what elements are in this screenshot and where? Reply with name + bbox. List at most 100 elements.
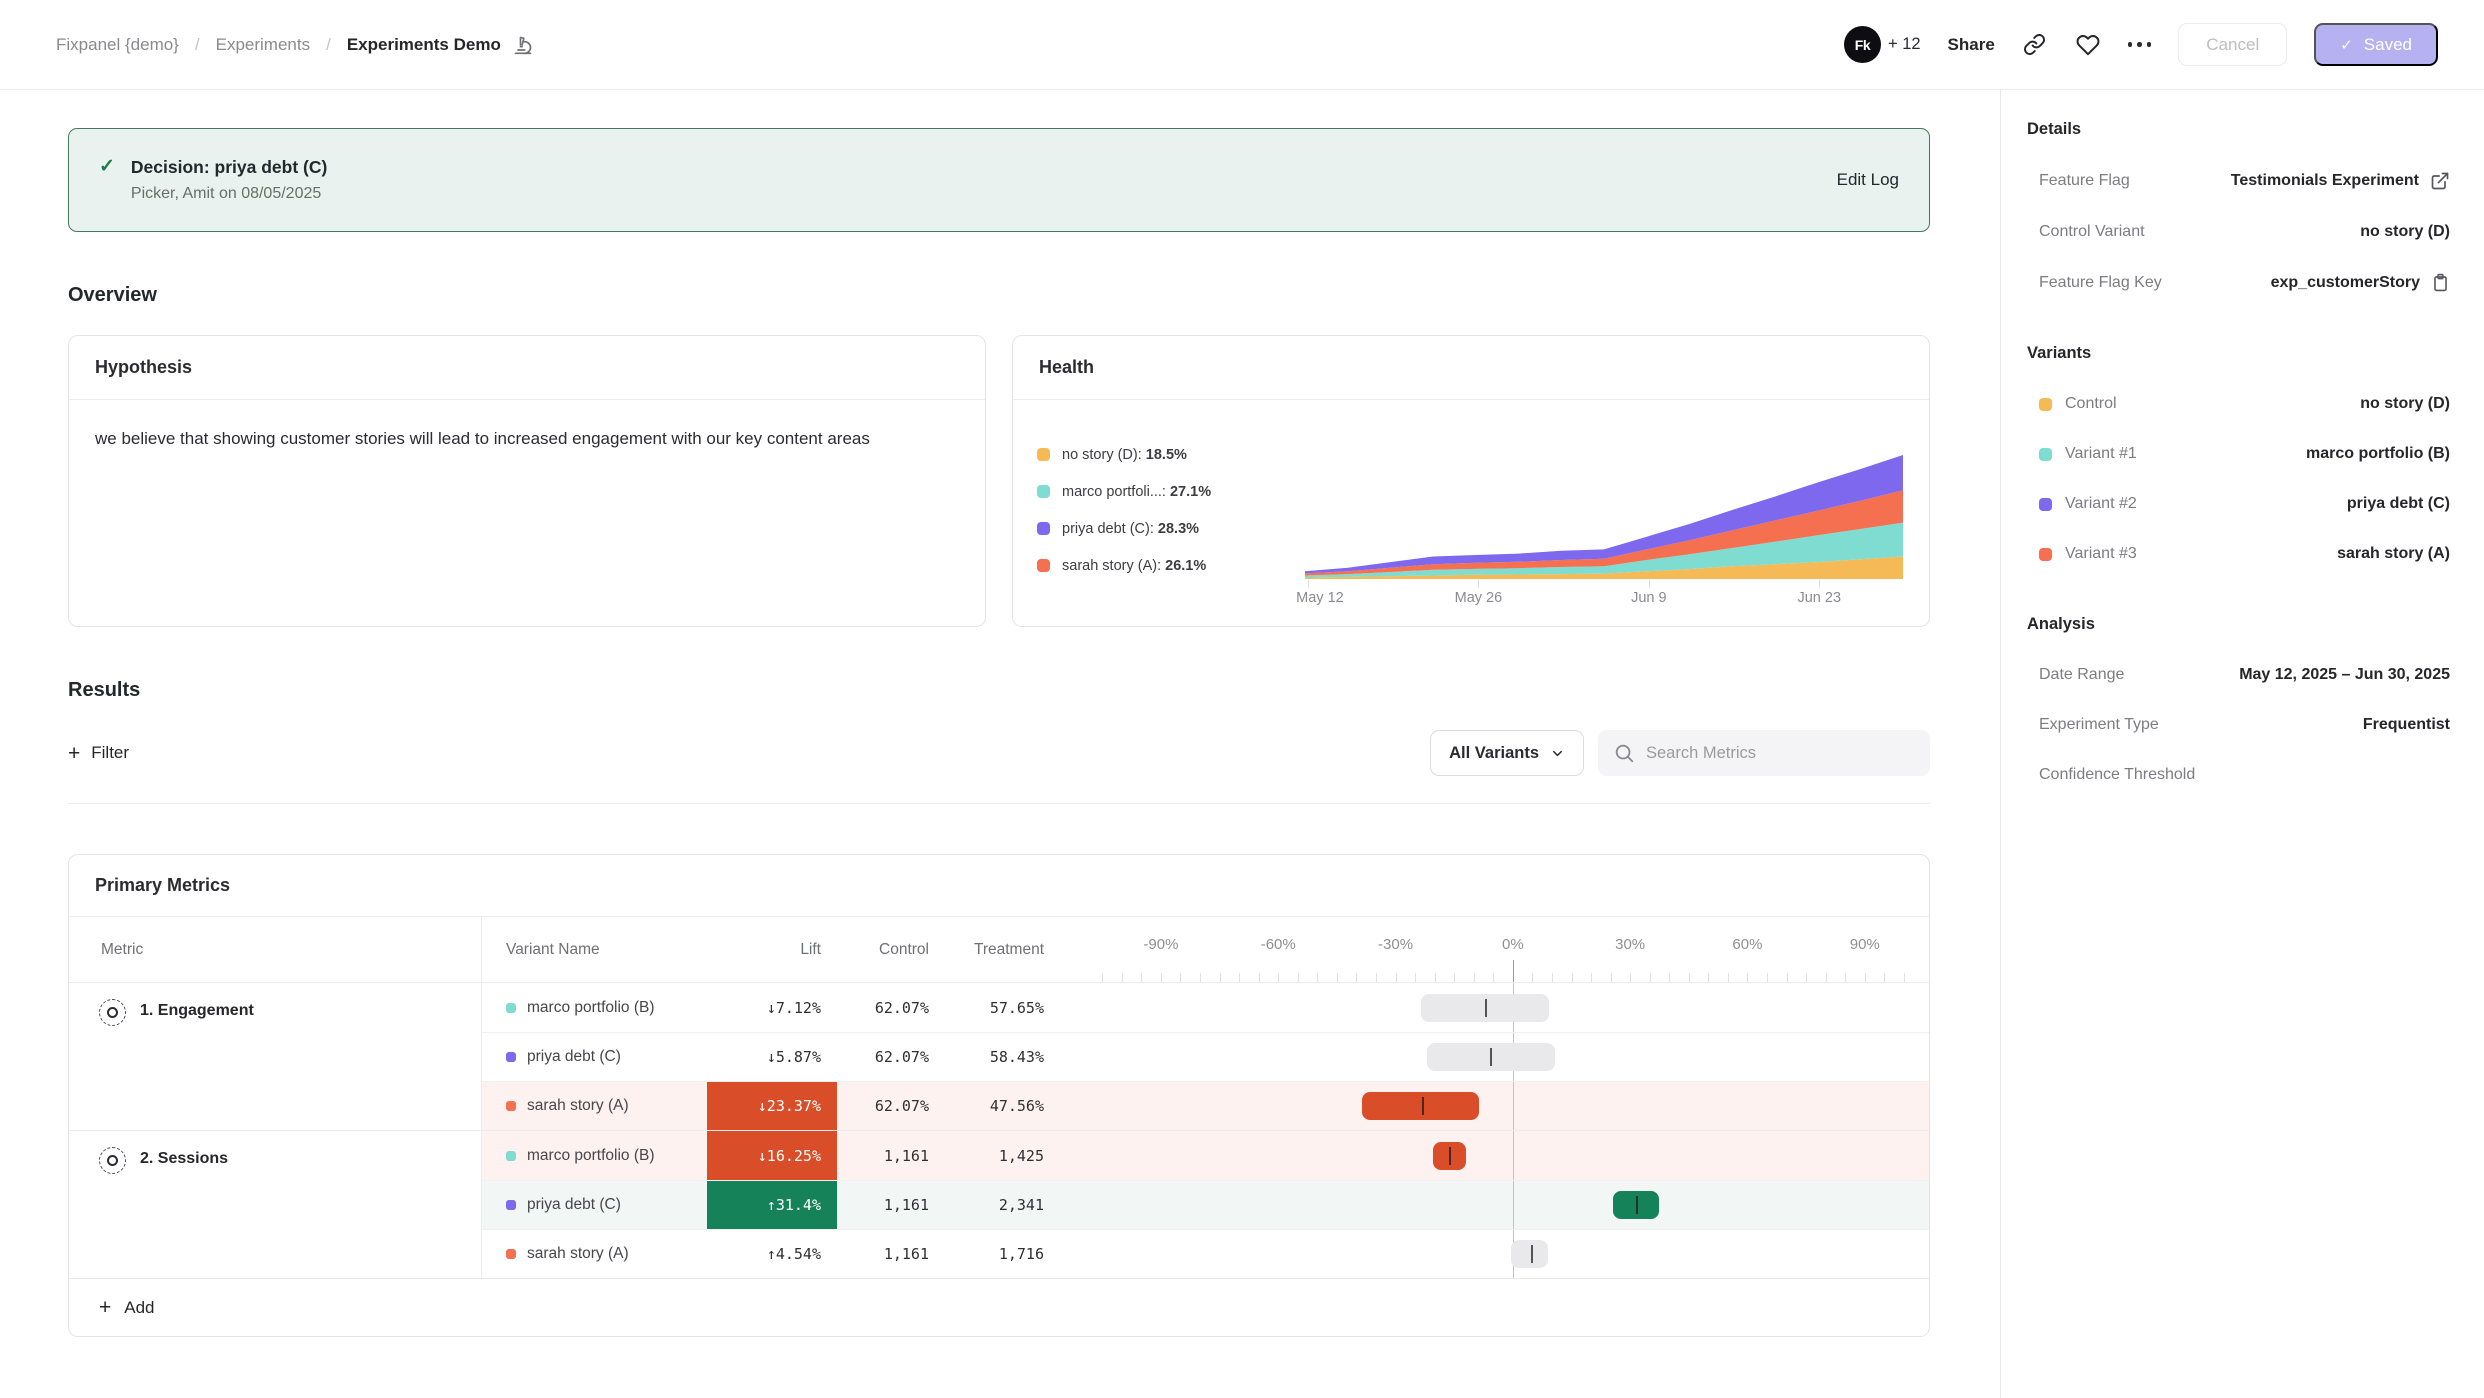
axis-tick	[1141, 973, 1142, 982]
overview-cards: Hypothesis we believe that showing custo…	[68, 335, 1930, 627]
edit-log-button[interactable]: Edit Log	[1837, 170, 1899, 190]
overview-heading: Overview	[68, 284, 1930, 307]
metric-cell[interactable]: 1. Engagement	[69, 983, 482, 1130]
health-legend-item: priya debt (C): 28.3%	[1037, 521, 1305, 537]
copy-link-icon[interactable]	[2022, 32, 2048, 58]
variants-section: Variants Control no story (D) Variant #1…	[2027, 344, 2450, 563]
breadcrumb-project[interactable]: Fixpanel {demo}	[56, 35, 179, 55]
add-filter-button[interactable]: + Filter	[68, 743, 129, 764]
variant-row: Control no story (D)	[2027, 395, 2450, 413]
saved-button[interactable]: ✓Saved	[2314, 23, 2438, 66]
variants-dropdown[interactable]: All Variants	[1430, 730, 1584, 776]
variant-swatch	[2039, 448, 2052, 461]
metric-group: 1. Engagement marco portfolio (B) ↓7.12%…	[69, 983, 1929, 1130]
control-cell: 1,161	[837, 1245, 947, 1263]
legend-label: no story (D): 18.5%	[1062, 447, 1187, 463]
variants-title: Variants	[2027, 344, 2450, 363]
health-legend-item: sarah story (A): 26.1%	[1037, 558, 1305, 574]
health-legend-item: no story (D): 18.5%	[1037, 447, 1305, 463]
hypothesis-title: Hypothesis	[69, 336, 985, 400]
x-axis-label: May 12	[1296, 590, 1344, 606]
search-metrics-input[interactable]	[1598, 730, 1930, 776]
x-axis-label: Jun 23	[1797, 590, 1841, 606]
results-heading: Results	[68, 679, 1930, 702]
treatment-cell: 1,425	[947, 1147, 1062, 1165]
variant-color-dot	[506, 1151, 516, 1161]
breadcrumb-experiments[interactable]: Experiments	[216, 35, 310, 55]
check-icon: ✓	[99, 155, 115, 178]
table-row[interactable]: marco portfolio (B) ↓7.12% 62.07% 57.65%	[482, 983, 1929, 1032]
lift-cell: ↓16.25%	[707, 1131, 837, 1180]
avatar[interactable]: Fk	[1844, 26, 1881, 63]
metric-groups: 1. Engagement marco portfolio (B) ↓7.12%…	[69, 983, 1929, 1278]
control-cell: 62.07%	[837, 1048, 947, 1066]
metric-rows: marco portfolio (B) ↓7.12% 62.07% 57.65%…	[482, 983, 1929, 1130]
variant-value: sarah story (A)	[2337, 545, 2450, 563]
variant-color-dot	[506, 1249, 516, 1259]
detail-row: Control Variant no story (D)	[2027, 223, 2450, 241]
share-button[interactable]: Share	[1948, 35, 1995, 55]
detail-value: exp_customerStory	[2271, 273, 2450, 292]
search-icon	[1613, 742, 1635, 769]
variant-label: Variant #2	[2039, 495, 2137, 513]
analysis-value: Frequentist	[2363, 716, 2450, 734]
analysis-value: May 12, 2025 – Jun 30, 2025	[2239, 666, 2450, 684]
external-link-icon[interactable]	[2430, 171, 2450, 191]
hypothesis-body: we believe that showing customer stories…	[69, 400, 985, 478]
search-metrics	[1598, 730, 1930, 776]
details-title: Details	[2027, 120, 2450, 139]
health-card: Health no story (D): 18.5%marco portfoli…	[1012, 335, 1930, 627]
health-title: Health	[1013, 336, 1929, 400]
analysis-row: Experiment Type Frequentist	[2027, 716, 2450, 734]
axis-tick	[1102, 973, 1103, 982]
axis-tick	[1650, 973, 1651, 982]
details-section: Details Feature Flag Testimonials Experi…	[2027, 120, 2450, 292]
chevron-down-icon	[1550, 746, 1565, 761]
x-axis-tick	[1308, 580, 1309, 588]
axis-tick	[1454, 973, 1455, 982]
breadcrumb-separator: /	[326, 35, 331, 55]
breadcrumb-current: Experiments Demo	[347, 32, 536, 58]
health-x-axis: May 12May 26Jun 9Jun 23	[1305, 580, 1903, 612]
axis-tick	[1376, 973, 1377, 982]
confidence-interval-plot	[1062, 1181, 1929, 1229]
add-metric-button[interactable]: + Add	[69, 1278, 1929, 1336]
confidence-interval-bar	[1433, 1142, 1466, 1170]
lift-tick	[1531, 1245, 1533, 1263]
zero-line	[1513, 1131, 1514, 1180]
collaborators[interactable]: Fk + 12	[1844, 26, 1921, 63]
legend-swatch	[1037, 559, 1050, 572]
cancel-button[interactable]: Cancel	[2178, 23, 2287, 66]
table-row[interactable]: marco portfolio (B) ↓16.25% 1,161 1,425	[482, 1131, 1929, 1180]
confidence-interval-bar	[1427, 1043, 1555, 1071]
axis-tick	[1767, 973, 1768, 982]
legend-label: priya debt (C): 28.3%	[1062, 521, 1199, 537]
decision-subtitle: Picker, Amit on 08/05/2025	[131, 185, 327, 203]
detail-value: no story (D)	[2360, 223, 2450, 241]
results-toolbar: + Filter All Variants	[68, 730, 1930, 776]
table-row[interactable]: priya debt (C) ↑31.4% 1,161 2,341	[482, 1180, 1929, 1229]
axis-label: 30%	[1615, 936, 1645, 953]
lift-cell: ↓5.87%	[707, 1033, 837, 1081]
axis-tick	[1278, 973, 1279, 982]
table-row[interactable]: sarah story (A) ↑4.54% 1,161 1,716	[482, 1229, 1929, 1278]
copy-clipboard-icon[interactable]	[2431, 273, 2450, 292]
variant-label: Variant #1	[2039, 445, 2137, 463]
treatment-cell: 1,716	[947, 1245, 1062, 1263]
axis-tick	[1513, 960, 1514, 982]
variant-name-cell: sarah story (A)	[482, 1097, 707, 1115]
goal-target-icon	[99, 1147, 126, 1174]
table-row[interactable]: sarah story (A) ↓23.37% 62.07% 47.56%	[482, 1081, 1929, 1130]
more-options-icon[interactable]	[2128, 42, 2152, 47]
favorite-heart-icon[interactable]	[2075, 32, 2101, 58]
decision-banner: ✓ Decision: priya debt (C) Picker, Amit …	[68, 128, 1930, 232]
variant-color-dot	[506, 1052, 516, 1062]
table-row[interactable]: priya debt (C) ↓5.87% 62.07% 58.43%	[482, 1032, 1929, 1081]
control-cell: 62.07%	[837, 1097, 947, 1115]
top-actions: Fk + 12 Share Cancel ✓Saved	[1844, 23, 2438, 66]
confidence-interval-bar	[1613, 1191, 1660, 1219]
detail-value: Testimonials Experiment	[2231, 171, 2450, 191]
page-body: ✓ Decision: priya debt (C) Picker, Amit …	[0, 90, 2484, 1398]
metric-cell[interactable]: 2. Sessions	[69, 1131, 482, 1278]
lift-tick	[1485, 999, 1487, 1017]
